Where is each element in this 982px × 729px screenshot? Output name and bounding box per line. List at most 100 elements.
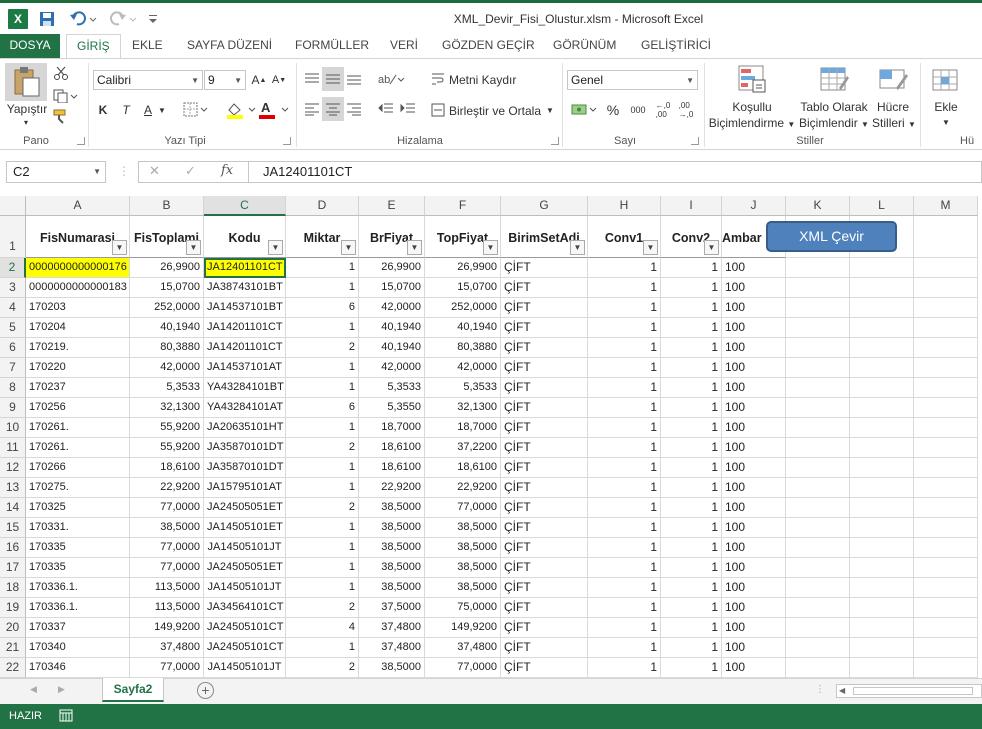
table-cell[interactable] <box>850 398 914 418</box>
format-painter-icon[interactable] <box>52 109 70 125</box>
table-header-cell[interactable]: Kodu ▼ <box>204 216 286 258</box>
table-cell[interactable]: 170337 <box>26 618 130 638</box>
table-cell[interactable]: 38,5000 <box>359 518 425 538</box>
table-cell[interactable]: 18,7000 <box>359 418 425 438</box>
row-header-21[interactable]: 21 <box>0 638 26 658</box>
table-cell[interactable]: 38,5000 <box>425 538 501 558</box>
table-cell[interactable]: YA43284101AT <box>204 398 286 418</box>
decrease-decimal-icon[interactable]: ,00 →,0 <box>676 101 696 119</box>
table-cell[interactable]: 1 <box>588 318 661 338</box>
table-cell[interactable] <box>914 538 978 558</box>
table-cell[interactable] <box>786 318 850 338</box>
table-cell[interactable] <box>850 598 914 618</box>
table-cell[interactable]: 22,9200 <box>130 478 204 498</box>
conditional-formatting-icon[interactable] <box>736 63 768 95</box>
alignment-dialog-launcher[interactable] <box>551 137 559 145</box>
table-cell[interactable] <box>914 338 978 358</box>
table-cell[interactable] <box>850 618 914 638</box>
table-cell[interactable] <box>850 278 914 298</box>
column-header-e[interactable]: E <box>359 196 425 216</box>
table-cell[interactable]: 1 <box>588 578 661 598</box>
align-right-icon[interactable] <box>344 99 364 119</box>
active-cell[interactable]: JA12401101CT <box>204 258 286 278</box>
table-cell[interactable]: 26,9900 <box>359 258 425 278</box>
row-header-2[interactable]: 2 <box>0 258 26 278</box>
merge-center-icon[interactable] <box>430 101 446 119</box>
cut-icon[interactable] <box>52 65 70 81</box>
tab-developer[interactable]: GELİŞTİRİCİ <box>631 34 721 58</box>
row-header-1[interactable]: 1 <box>0 216 26 258</box>
filter-dropdown-icon[interactable]: ▼ <box>483 240 498 255</box>
row-header-19[interactable]: 19 <box>0 598 26 618</box>
table-cell[interactable]: 100 <box>722 258 786 278</box>
font-color-icon[interactable]: A <box>258 100 290 120</box>
table-cell[interactable]: ÇİFT <box>501 638 588 658</box>
conditional-formatting-button[interactable]: Biçimlendirme ▼ <box>708 115 796 133</box>
conditional-formatting-line1[interactable]: Koşullu <box>708 99 796 115</box>
cell-styles-line1[interactable]: Hücre <box>872 99 914 115</box>
table-header-cell[interactable]: TopFiyat ▼ <box>425 216 501 258</box>
align-middle-icon[interactable] <box>322 67 344 91</box>
table-cell[interactable]: ÇİFT <box>501 578 588 598</box>
copy-icon[interactable] <box>52 88 80 104</box>
table-cell[interactable]: 100 <box>722 298 786 318</box>
orientation-icon[interactable]: ab <box>376 69 406 89</box>
table-header-cell[interactable]: FisNumarasi ▼ <box>26 216 130 258</box>
table-cell[interactable]: 1 <box>286 258 359 278</box>
table-header-cell[interactable]: FisToplami ▼ <box>130 216 204 258</box>
table-cell[interactable] <box>850 298 914 318</box>
table-cell[interactable]: JA14537101AT <box>204 358 286 378</box>
table-cell[interactable]: 170203 <box>26 298 130 318</box>
table-cell[interactable] <box>914 618 978 638</box>
tab-review[interactable]: GÖZDEN GEÇİR <box>432 34 545 58</box>
table-cell[interactable]: 40,1940 <box>130 318 204 338</box>
column-header-l[interactable]: L <box>850 196 914 216</box>
table-cell[interactable]: 1 <box>588 518 661 538</box>
table-cell[interactable] <box>914 478 978 498</box>
align-top-icon[interactable] <box>302 69 322 89</box>
row-header-8[interactable]: 8 <box>0 378 26 398</box>
row-header-18[interactable]: 18 <box>0 578 26 598</box>
table-cell[interactable]: ÇİFT <box>501 538 588 558</box>
table-cell[interactable]: 170220 <box>26 358 130 378</box>
table-cell[interactable]: 170204 <box>26 318 130 338</box>
filter-dropdown-icon[interactable]: ▼ <box>704 240 719 255</box>
filter-dropdown-icon[interactable]: ▼ <box>570 240 585 255</box>
table-cell[interactable]: 38,5000 <box>130 518 204 538</box>
table-cell[interactable]: JA35870101DT <box>204 458 286 478</box>
table-cell[interactable]: 170275. <box>26 478 130 498</box>
table-cell[interactable]: 22,9200 <box>359 478 425 498</box>
row-header-16[interactable]: 16 <box>0 538 26 558</box>
table-cell[interactable]: ÇİFT <box>501 518 588 538</box>
table-cell[interactable] <box>850 338 914 358</box>
table-cell[interactable]: 38,5000 <box>359 538 425 558</box>
table-cell[interactable] <box>914 458 978 478</box>
table-cell[interactable] <box>850 498 914 518</box>
paste-dropdown-icon[interactable]: ▾ <box>18 115 34 131</box>
table-cell[interactable]: 55,9200 <box>130 418 204 438</box>
table-cell[interactable] <box>786 298 850 318</box>
table-cell[interactable]: 15,0700 <box>425 278 501 298</box>
table-header-cell[interactable]: Conv2 ▼ <box>661 216 722 258</box>
italic-button[interactable]: T <box>118 100 134 120</box>
table-header-cell[interactable]: Miktar ▼ <box>286 216 359 258</box>
increase-decimal-icon[interactable]: ←,0,00 <box>653 101 673 119</box>
font-size-select[interactable]: 9 ▼ <box>204 70 246 90</box>
table-cell[interactable]: 1 <box>588 538 661 558</box>
table-cell[interactable]: 170336.1. <box>26 598 130 618</box>
table-cell[interactable] <box>850 358 914 378</box>
table-cell[interactable]: 2 <box>286 338 359 358</box>
table-cell[interactable] <box>850 538 914 558</box>
table-cell[interactable]: 100 <box>722 418 786 438</box>
table-cell[interactable] <box>914 438 978 458</box>
table-cell[interactable]: 149,9200 <box>425 618 501 638</box>
table-cell[interactable]: ÇİFT <box>501 658 588 678</box>
table-cell[interactable]: 1 <box>286 558 359 578</box>
table-cell[interactable]: ÇİFT <box>501 378 588 398</box>
table-cell[interactable]: ÇİFT <box>501 338 588 358</box>
table-cell[interactable]: 6 <box>286 398 359 418</box>
table-cell[interactable]: 1 <box>588 498 661 518</box>
table-cell[interactable] <box>914 418 978 438</box>
table-cell[interactable]: 1 <box>661 338 722 358</box>
table-cell[interactable]: 1 <box>661 598 722 618</box>
